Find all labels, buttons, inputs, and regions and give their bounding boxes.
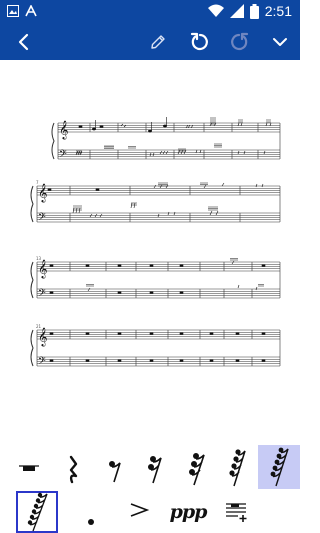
more-options-button[interactable] (265, 27, 295, 57)
eighth-rest-icon (109, 461, 121, 483)
svg-text:𝄢: 𝄢 (38, 211, 46, 225)
whole-rest-icon (19, 465, 39, 471)
add-to-palette-icon (226, 503, 247, 522)
whole-rest-button[interactable] (12, 451, 46, 489)
wifi-icon (207, 4, 224, 17)
redo-icon (231, 32, 249, 51)
sixty-fourth-rest-icon (229, 449, 246, 487)
bass-clef: 𝄢 (59, 148, 67, 162)
accent-icon (130, 503, 150, 517)
svg-text:𝄞: 𝄞 (38, 327, 47, 347)
score-view[interactable]: 𝄞 𝄢 𝄞 𝄢 𝄞 𝄢 𝄞 𝄢 7 13 21 (0, 60, 300, 445)
app-bar (0, 24, 300, 60)
score-sheet[interactable]: 𝄞 𝄢 𝄞 𝄢 𝄞 𝄢 𝄞 𝄢 7 13 21 (0, 60, 300, 445)
thirty-second-rest-icon (189, 453, 205, 486)
sixteenth-rest-icon (148, 456, 162, 484)
accent-button[interactable] (122, 495, 156, 525)
one-twenty-eighth-rest-button[interactable] (258, 445, 300, 489)
add-to-palette-button[interactable] (220, 497, 254, 527)
undo-button[interactable] (185, 27, 215, 57)
svg-text:𝄢: 𝄢 (38, 287, 46, 301)
back-button[interactable] (8, 27, 38, 57)
rest-palette: ppp (0, 445, 300, 533)
two-fifty-sixth-rest-button[interactable] (16, 491, 58, 533)
svg-text:𝄞: 𝄞 (38, 183, 47, 203)
system-2 (30, 185, 281, 223)
svg-text:𝄞: 𝄞 (38, 259, 47, 279)
thirty-second-rest-button[interactable] (180, 449, 214, 489)
pencil-icon (151, 35, 165, 49)
augmentation-dot-button[interactable] (74, 495, 108, 531)
status-bar: 2:51 (0, 0, 300, 24)
svg-text:𝄢: 𝄢 (38, 355, 46, 369)
redo-button[interactable] (224, 27, 254, 57)
quarter-rest-icon (69, 455, 78, 484)
measure-number-21: 21 (36, 324, 42, 329)
system-3 (30, 261, 281, 299)
two-fifty-sixth-rest-icon (27, 492, 48, 532)
back-icon (18, 33, 29, 51)
treble-clef: 𝄞 (59, 120, 68, 140)
dynamic-ppp-label: ppp (169, 501, 208, 523)
dynamic-ppp-button[interactable]: ppp (164, 497, 212, 527)
undo-icon (190, 32, 208, 51)
gallery-icon (7, 5, 19, 17)
one-twenty-eighth-rest-icon (270, 447, 289, 487)
clock: 2:51 (264, 3, 292, 19)
edit-button[interactable] (143, 27, 173, 57)
sixteenth-rest-button[interactable] (138, 449, 172, 489)
sixty-fourth-rest-button[interactable] (220, 447, 254, 489)
eighth-rest-button[interactable] (98, 451, 132, 489)
system-4 (30, 329, 281, 367)
quarter-rest-button[interactable] (56, 451, 90, 489)
measure-number-13: 13 (36, 256, 42, 261)
signal-icon (229, 4, 244, 18)
text-a-icon (25, 5, 37, 17)
augmentation-dot-icon (88, 519, 94, 525)
chevron-down-icon (273, 38, 287, 46)
battery-icon (249, 3, 259, 19)
